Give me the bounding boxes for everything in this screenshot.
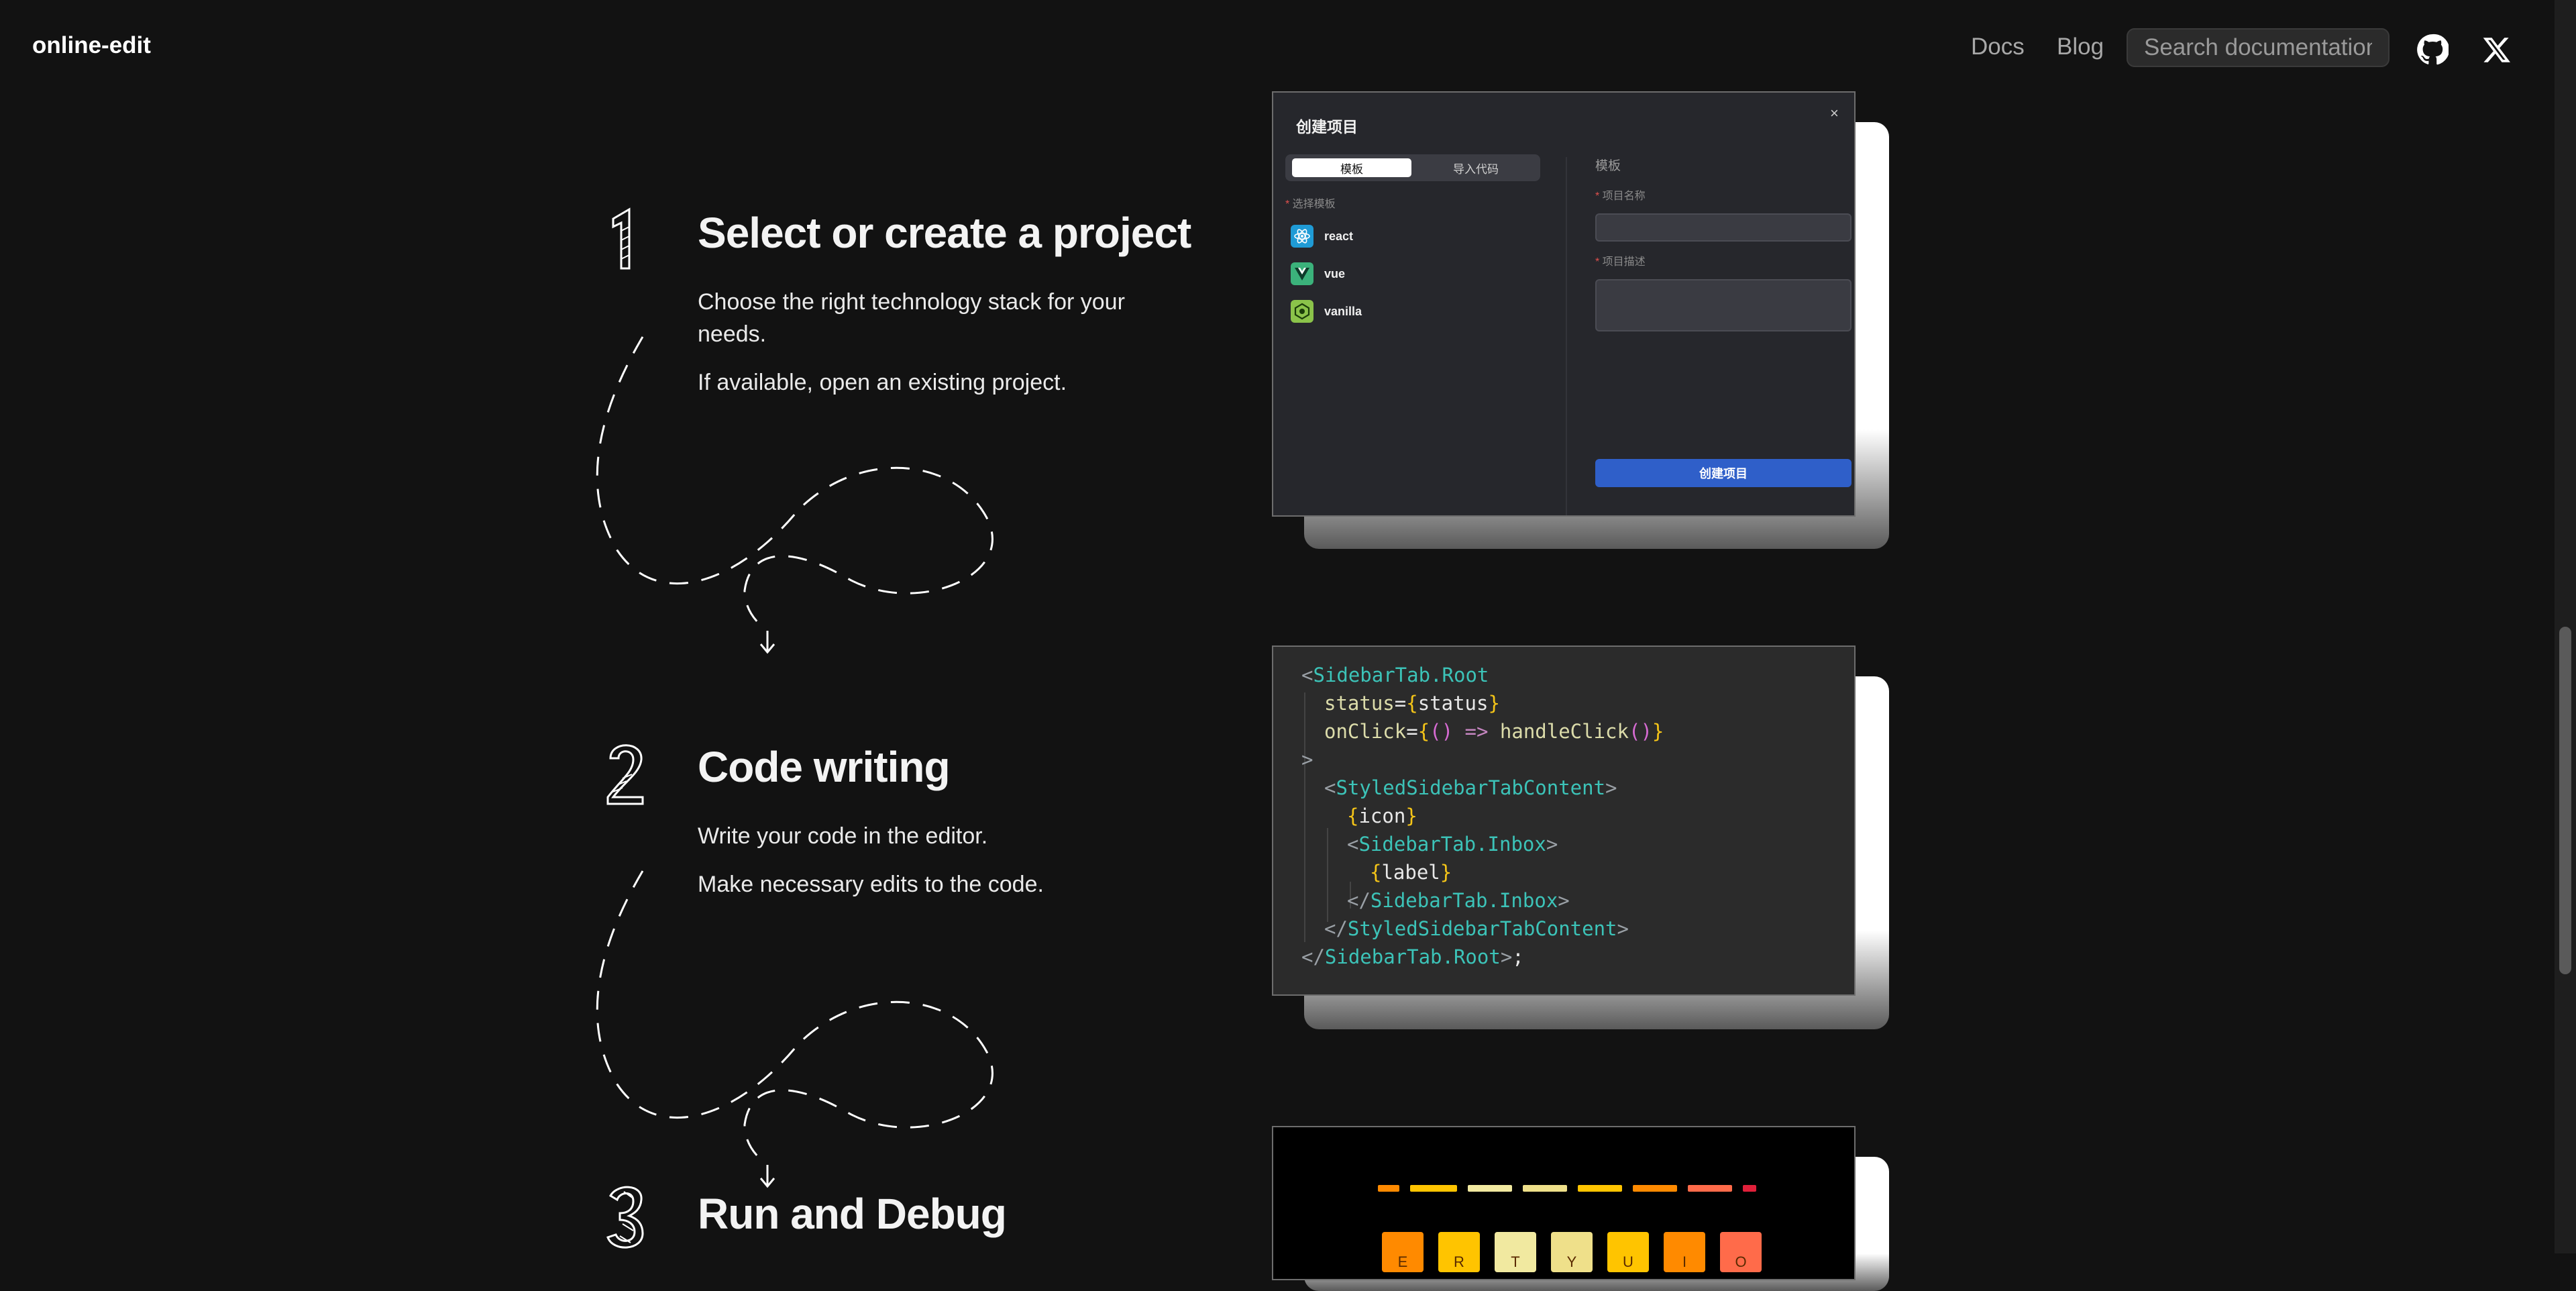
github-icon[interactable] — [2411, 28, 2454, 71]
falling-note — [1410, 1185, 1457, 1192]
falling-note — [1378, 1185, 1399, 1192]
select-template-label: * 选择模板 — [1285, 199, 1336, 210]
project-description-label: * 项目描述 — [1595, 256, 1646, 268]
step-2-title: Code writing — [698, 743, 951, 791]
template-name: vanilla — [1324, 304, 1362, 318]
search-input[interactable] — [2127, 28, 2390, 67]
tab-import-code[interactable]: 导入代码 — [1417, 158, 1535, 177]
falling-note — [1633, 1185, 1677, 1192]
step-2-description: Write your code in the editor. — [698, 823, 988, 849]
falling-note — [1688, 1185, 1732, 1192]
game-key-r[interactable]: R — [1438, 1232, 1480, 1272]
template-heading: 模板 — [1595, 159, 1621, 173]
code-line-5: <StyledSidebarTabContent> — [1324, 776, 1617, 799]
create-project-button[interactable]: 创建项目 — [1595, 459, 1851, 487]
x-icon[interactable] — [2475, 28, 2518, 71]
top-navigation: online-edit Docs Blog — [0, 0, 2555, 95]
nav-link-blog[interactable]: Blog — [2057, 34, 2104, 60]
dashed-connector-2 — [596, 870, 994, 1188]
code-line-10: </StyledSidebarTabContent> — [1324, 917, 1629, 940]
step-number-2-icon — [606, 744, 644, 805]
step-1-title: Select or create a project — [698, 209, 1191, 257]
code-line-8: {label} — [1370, 861, 1452, 884]
game-key-u[interactable]: U — [1607, 1232, 1649, 1272]
step-number-3-icon — [606, 1186, 644, 1249]
code-line-4: > — [1301, 748, 1313, 771]
dialog-tabs: 模板 导入代码 — [1285, 154, 1540, 181]
game-key-o[interactable]: O — [1720, 1232, 1762, 1272]
code-line-7: <SidebarTab.Inbox> — [1347, 833, 1558, 856]
code-line-9: </SidebarTab.Inbox> — [1347, 889, 1570, 912]
brand-logo[interactable]: online-edit — [32, 32, 151, 59]
code-line-2: status={status} — [1324, 692, 1500, 715]
game-key-y[interactable]: Y — [1551, 1232, 1593, 1272]
template-vanilla[interactable]: vanilla — [1291, 298, 1362, 325]
dialog-divider — [1566, 157, 1567, 515]
nav-link-docs[interactable]: Docs — [1971, 34, 2025, 60]
code-editor: <SidebarTab.Root status={status} onClick… — [1272, 646, 1856, 996]
vue-icon — [1291, 262, 1313, 285]
template-name: vue — [1324, 266, 1346, 280]
falling-note — [1578, 1185, 1622, 1192]
vanilla-icon — [1291, 300, 1313, 323]
code-line-11: </SidebarTab.Root>; — [1301, 945, 1524, 968]
create-project-dialog: 创建项目 × 模板 导入代码 * 选择模板 react vue vanilla … — [1272, 91, 1856, 517]
falling-note — [1523, 1185, 1567, 1192]
tab-template[interactable]: 模板 — [1292, 158, 1411, 177]
game-key-e[interactable]: E — [1382, 1232, 1424, 1272]
game-key-t[interactable]: T — [1495, 1232, 1536, 1272]
close-icon[interactable]: × — [1830, 105, 1839, 122]
code-line-1: <SidebarTab.Root — [1301, 664, 1489, 686]
game-key-i[interactable]: I — [1664, 1232, 1705, 1272]
project-name-label: * 项目名称 — [1595, 191, 1646, 202]
code-line-3: onClick={() => handleClick()} — [1324, 720, 1664, 743]
indent-guide — [1304, 801, 1305, 942]
step-number-1-icon — [612, 207, 631, 270]
react-icon — [1291, 225, 1313, 248]
dashed-connector-1 — [596, 336, 994, 654]
falling-note — [1468, 1185, 1512, 1192]
template-react[interactable]: react — [1291, 223, 1353, 250]
project-description-textarea[interactable] — [1595, 279, 1851, 331]
template-vue[interactable]: vue — [1291, 260, 1345, 287]
code-line-6: {icon} — [1347, 805, 1417, 827]
scrollbar-thumb[interactable] — [2559, 627, 2571, 974]
indent-guide — [1327, 828, 1328, 922]
project-name-input[interactable] — [1595, 213, 1851, 242]
template-name: react — [1324, 229, 1354, 243]
dialog-title: 创建项目 — [1296, 118, 1358, 136]
falling-note — [1743, 1185, 1756, 1192]
game-preview: E R T Y U I O — [1272, 1126, 1856, 1280]
step-3-title: Run and Debug — [698, 1190, 1007, 1238]
